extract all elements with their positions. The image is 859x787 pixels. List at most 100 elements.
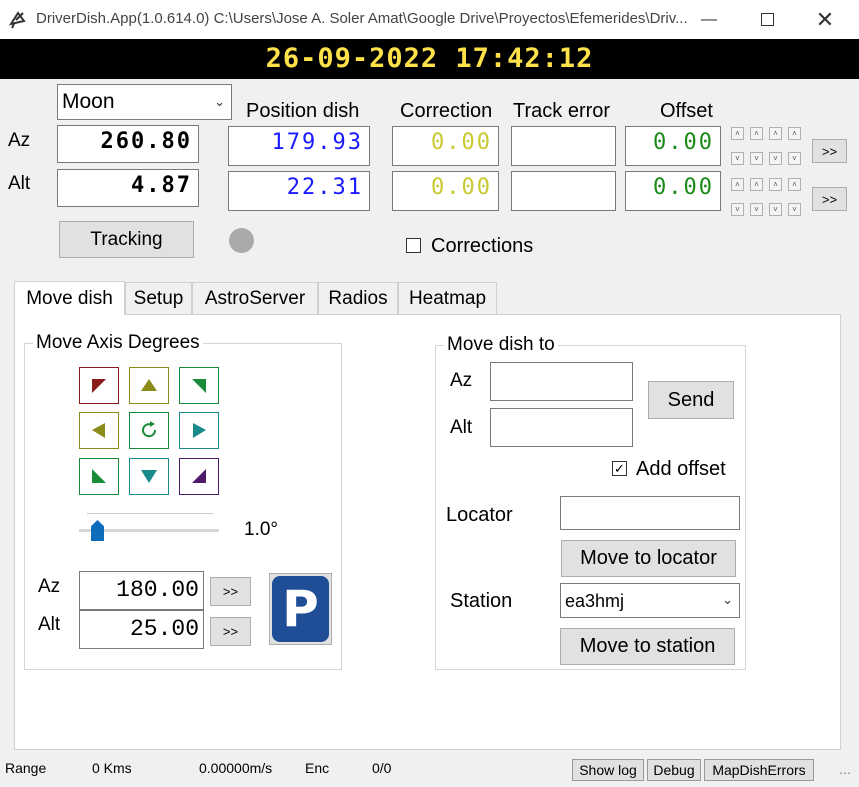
add-offset-label: Add offset [636,458,726,480]
move-right-button[interactable] [179,412,219,449]
tab-move-dish[interactable]: Move dish [14,281,125,315]
step-slider[interactable] [79,510,221,546]
close-button[interactable]: ✕ [796,0,854,39]
window-title: DriverDish.App(1.0.614.0) C:\Users\Jose … [36,10,688,27]
move-to-station-button[interactable]: Move to station [560,628,735,665]
move-down-button[interactable] [129,458,169,495]
offset-az-down-2[interactable]: ˅ [750,152,763,165]
move-down-right-button[interactable] [179,458,219,495]
move-up-right-button[interactable] [179,367,219,404]
move-left-button[interactable] [79,412,119,449]
arrow-down-left-icon [92,469,106,483]
enc-value: 0/0 [372,760,392,776]
tab-astroserver[interactable]: AstroServer [192,282,318,314]
offset-az-up-4[interactable]: ˄ [788,127,801,140]
offset-az-down-3[interactable]: ˅ [769,152,782,165]
offset-alt-up-1[interactable]: ˄ [731,178,744,191]
move-to-locator-button[interactable]: Move to locator [561,540,736,577]
correction-az-field: 0.00 [392,126,499,166]
arrow-down-right-icon [192,469,206,483]
offset-alt-down-3[interactable]: ˅ [769,203,782,216]
tracking-button[interactable]: Tracking [59,221,194,258]
slider-thumb[interactable] [91,520,104,541]
move-up-button[interactable] [129,367,169,404]
locator-label: Locator [446,504,513,526]
move-axis-title: Move Axis Degrees [33,332,203,354]
offset-alt-down-2[interactable]: ˅ [750,203,763,216]
offset-az-down-4[interactable]: ˅ [788,152,801,165]
send-button[interactable]: Send [648,381,734,419]
move-axis-az-field[interactable]: 180.00 [79,571,204,610]
minimize-button[interactable]: — [680,0,738,39]
offset-alt-up-2[interactable]: ˄ [750,178,763,191]
offset-az-up-1[interactable]: ˄ [731,127,744,140]
reset-position-button[interactable] [129,412,169,449]
station-label: Station [450,590,513,612]
offset-az-more-button[interactable]: >> [812,139,847,163]
move-axis-alt-field[interactable]: 25.00 [79,610,204,649]
station-select-value: ea3hmj [565,591,625,611]
tab-radios[interactable]: Radios [318,282,398,314]
arrow-right-icon [193,423,206,438]
range-label: Range [5,760,47,776]
offset-alt-down-1[interactable]: ˅ [731,203,744,216]
corrections-checkbox[interactable] [406,238,421,253]
enc-label: Enc [305,760,330,776]
maximize-button[interactable] [738,0,796,39]
target-select[interactable]: Moon ⌄ [57,84,232,120]
step-value: 1.0° [244,519,279,540]
show-log-button[interactable]: Show log [572,759,644,781]
offset-header: Offset [660,100,713,122]
clock-display: 26-09-2022 17:42:12 [0,39,859,79]
position-alt-field: 22.31 [228,171,370,211]
move-to-az-label: Az [450,370,473,391]
refresh-icon [142,421,157,438]
move-down-left-button[interactable] [79,458,119,495]
minimize-icon: — [701,10,717,28]
target-alt-field[interactable]: 4.87 [57,169,199,207]
alt-label: Alt [8,173,31,194]
offset-az-down-1[interactable]: ˅ [731,152,744,165]
offset-alt-down-4[interactable]: ˅ [788,203,801,216]
satellite-dish-icon [8,9,28,29]
parking-icon: P [272,576,329,642]
move-to-az-field[interactable] [490,362,633,401]
locator-field[interactable] [560,496,740,530]
offset-alt-up-3[interactable]: ˄ [769,178,782,191]
track-error-alt-field [511,171,616,211]
park-button[interactable]: P [269,573,332,645]
move-to-alt-label: Alt [450,417,473,438]
move-up-left-button[interactable] [79,367,119,404]
arrow-up-left-icon [92,379,106,393]
offset-az-field: 0.00 [625,126,721,166]
debug-button[interactable]: Debug [647,759,701,781]
arrow-down-icon [141,470,157,483]
chevron-down-icon: ⌄ [722,592,733,607]
tab-setup[interactable]: Setup [125,282,192,314]
station-select[interactable]: ea3hmj ⌄ [560,583,740,618]
add-offset-checkbox[interactable]: ✓ [612,461,627,476]
target-az-field[interactable]: 260.80 [57,125,199,163]
offset-alt-field: 0.00 [625,171,721,211]
offset-az-up-3[interactable]: ˄ [769,127,782,140]
maximize-icon [760,13,774,26]
offset-alt-up-4[interactable]: ˄ [788,178,801,191]
move-to-alt-field[interactable] [490,408,633,447]
tab-heatmap[interactable]: Heatmap [398,282,497,314]
arrow-up-right-icon [192,379,206,393]
offset-alt-more-button[interactable]: >> [812,187,847,211]
speed-value: 0.00000m/s [199,760,273,776]
offset-az-up-2[interactable]: ˄ [750,127,763,140]
move-axis-az-go-button[interactable]: >> [210,577,251,606]
arrow-up-icon [141,379,157,391]
tracking-status-indicator [229,228,254,253]
move-axis-alt-label: Alt [38,614,61,635]
resize-grip-icon[interactable]: ⋯ [839,766,851,780]
close-icon: ✕ [815,6,835,32]
map-dish-errors-button[interactable]: MapDishErrors [704,759,814,781]
az-label: Az [8,130,31,151]
correction-alt-field: 0.00 [392,171,499,211]
chevron-down-icon: ⌄ [214,94,225,109]
target-select-value: Moon [62,90,115,113]
move-axis-alt-go-button[interactable]: >> [210,617,251,646]
